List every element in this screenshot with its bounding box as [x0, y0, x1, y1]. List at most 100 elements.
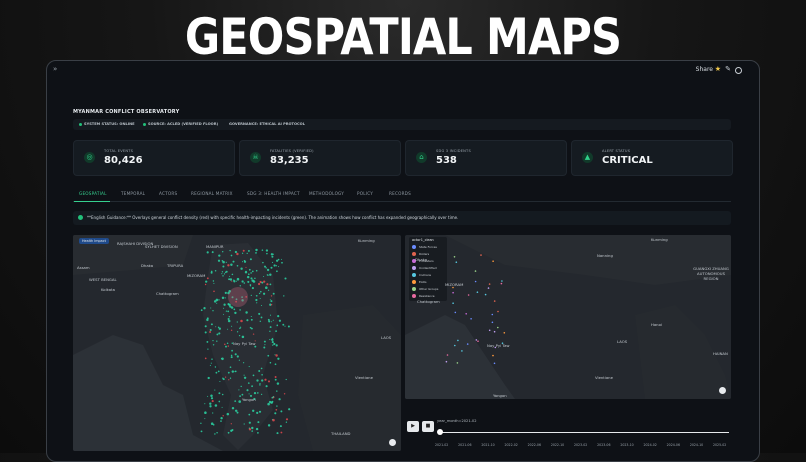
incident-point: [264, 378, 267, 381]
incident-point: [255, 294, 258, 297]
legend-item[interactable]: Rioters: [412, 252, 429, 256]
incident-point: [246, 389, 249, 392]
map-reset-button[interactable]: [719, 387, 726, 394]
incident-point: [266, 274, 269, 276]
legend-item[interactable]: Unidentified: [412, 266, 437, 270]
incident-point: [230, 354, 233, 357]
legend-item[interactable]: Resistance: [412, 294, 435, 298]
actor-point: [470, 318, 472, 320]
map-label: Nay Pyi Taw: [487, 343, 510, 348]
actor-point: [455, 261, 458, 263]
incident-point: [213, 300, 217, 303]
tab-policy[interactable]: POLICY: [357, 191, 373, 196]
share-button[interactable]: Share: [696, 66, 713, 73]
incident-point: [218, 332, 221, 335]
incident-point: [275, 330, 277, 332]
incident-point: [260, 367, 263, 370]
incident-point: [243, 282, 246, 284]
slider-label: year_month=2021-02: [437, 419, 477, 423]
incident-point: [251, 270, 254, 273]
time-slider-handle[interactable]: [437, 429, 443, 435]
incident-point: [218, 400, 221, 403]
sidebar-toggle-button[interactable]: »: [53, 65, 57, 73]
map-label: Kunming: [358, 238, 375, 243]
legend-title: actor1_clean: [412, 238, 434, 242]
map-label: Dhaka: [415, 257, 428, 262]
incident-point: [257, 421, 260, 424]
slider-tick-label: 2021-10: [481, 443, 495, 447]
incident-point: [274, 363, 277, 366]
tab-actors[interactable]: ACTORS: [159, 191, 177, 196]
actor-map[interactable]: actor1_clean State Forces Rioters Protes…: [405, 235, 731, 399]
actor-point: [456, 362, 459, 364]
health-impact-legend: Health Impact: [79, 238, 109, 244]
guidance-text: **English Guidance:** Overlays general c…: [87, 215, 459, 220]
incident-point: [252, 374, 255, 377]
actor-point: [484, 293, 487, 296]
incident-point: [222, 377, 224, 379]
pencil-icon[interactable]: ✎: [725, 65, 731, 73]
map-reset-button[interactable]: [389, 439, 396, 446]
tab-bar: GEOSPATIAL TEMPORAL ACTORS REGIONAL MATR…: [73, 187, 731, 202]
incident-point: [241, 393, 244, 396]
incident-point: [204, 357, 207, 360]
incident-point: [276, 382, 280, 385]
incident-point: [260, 290, 262, 293]
slider-tick-label: 2024-10: [689, 443, 704, 447]
tab-sdg3-health[interactable]: SDG 3: HEALTH IMPACT: [247, 191, 300, 196]
incident-point: [274, 378, 277, 381]
incident-point: [271, 255, 274, 258]
slider-tick-label: 2022-10: [550, 443, 565, 447]
tab-temporal[interactable]: TEMPORAL: [121, 191, 145, 196]
tab-methodology[interactable]: METHODOLOGY: [309, 191, 344, 196]
incident-point: [240, 326, 242, 328]
legend-item[interactable]: State Forces: [412, 245, 437, 249]
incident-point: [261, 281, 264, 284]
incident-point: [200, 430, 203, 433]
incident-point: [255, 298, 258, 302]
incident-point: [222, 260, 225, 264]
incident-point: [236, 265, 239, 267]
incident-point: [262, 261, 264, 264]
legend-item[interactable]: Other Groups: [412, 287, 438, 291]
incident-point: [271, 419, 273, 421]
tab-geospatial[interactable]: GEOSPATIAL: [79, 191, 107, 196]
map-label: WEST BENGAL: [89, 277, 117, 282]
map-label: Kolkata: [101, 287, 115, 292]
actor-point: [454, 344, 456, 347]
stop-button[interactable]: ■: [422, 421, 434, 432]
incident-point: [245, 311, 248, 314]
incident-point: [271, 261, 274, 263]
incident-point: [247, 249, 250, 252]
github-icon[interactable]: [735, 67, 742, 74]
time-slider[interactable]: [439, 432, 729, 433]
status-governance: GOVERNANCE: ETHICAL AI PROTOCOL: [229, 122, 306, 126]
kpi-total-events: ◎ TOTAL EVENTS 80,426: [73, 140, 235, 176]
incident-point: [227, 264, 230, 267]
target-icon: ◎: [84, 152, 95, 163]
incident-point: [258, 370, 261, 372]
incident-point: [247, 280, 250, 283]
incident-point: [216, 302, 218, 304]
incident-point: [265, 286, 268, 289]
legend-item[interactable]: Civilians: [412, 273, 431, 277]
incident-point: [250, 315, 252, 318]
incident-point: [243, 423, 245, 425]
incident-point: [284, 277, 287, 280]
incident-point: [241, 280, 244, 283]
incident-point: [222, 313, 225, 315]
tab-records[interactable]: RECORDS: [389, 191, 411, 196]
density-map[interactable]: Health Impact SYLHET DIVISION RAJSHAHI D…: [73, 235, 401, 451]
tab-regional-matrix[interactable]: REGIONAL MATRIX: [191, 191, 233, 196]
star-icon[interactable]: ★: [715, 65, 721, 73]
map-label: Chattogram: [156, 291, 179, 296]
incident-point: [263, 340, 266, 343]
play-button[interactable]: ▶: [407, 421, 419, 432]
incident-point: [252, 333, 255, 335]
legend-item[interactable]: EAOs: [412, 280, 427, 284]
actor-point: [493, 300, 496, 302]
incident-point: [229, 275, 231, 277]
incident-point: [270, 300, 273, 303]
incident-point: [256, 379, 259, 382]
incident-point: [230, 306, 234, 309]
